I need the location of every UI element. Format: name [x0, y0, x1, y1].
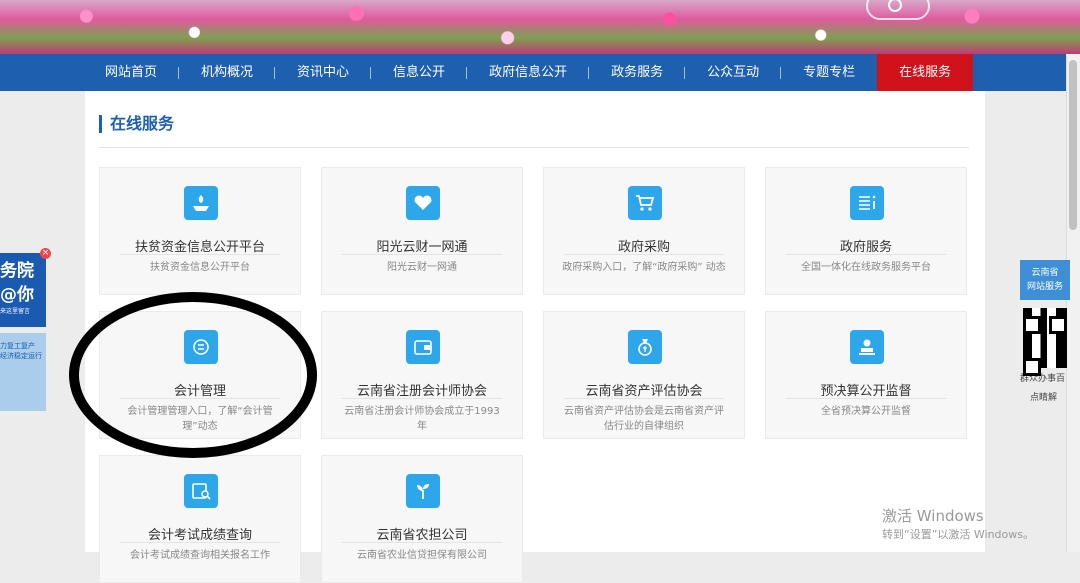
- service-card[interactable]: 政府采购 政府采购入口，了解“政府采购” 动态: [543, 167, 745, 295]
- card-divider: [120, 254, 280, 255]
- list-info-icon: [850, 186, 884, 220]
- scrollbar-thumb[interactable]: [1069, 60, 1077, 230]
- nav-special-topics[interactable]: 专题专栏: [781, 54, 877, 91]
- ad-banner-bottom: 力复工复产 经济稳定运行: [0, 333, 46, 411]
- section-divider: [99, 147, 969, 148]
- right-float-widget[interactable]: 云南省 网站服务 群众办事百 点睛解: [1020, 260, 1070, 406]
- hand-plant-icon: [184, 186, 218, 220]
- ad-text: @你: [0, 285, 34, 305]
- nav-news[interactable]: 资讯中心: [275, 54, 372, 91]
- sprout-icon: [406, 474, 440, 508]
- service-card[interactable]: 会计管理 会计管理管理入口，了解“会计管理”动态: [99, 311, 301, 439]
- card-divider: [120, 398, 280, 399]
- card-description: 全国一体化在线政务服务平台: [801, 262, 931, 273]
- section-title: 在线服务: [99, 115, 174, 133]
- wallet-icon: [406, 330, 440, 364]
- content-panel: 在线服务 扶贫资金信息公开平台 扶贫资金信息公开平台 阳光云财一网通 阳光云财一…: [85, 91, 985, 583]
- card-divider: [120, 542, 280, 543]
- nav-gov-info-public[interactable]: 政府信息公开: [467, 54, 590, 91]
- nav-public-interaction[interactable]: 公众互动: [685, 54, 782, 91]
- windows-watermark-sub: 转到“设置”以激活 Windows。: [882, 528, 1034, 541]
- card-description: 云南省注册会计师协会成立于1993年: [344, 406, 500, 432]
- service-card[interactable]: 云南省注册会计师协会 云南省注册会计师协会成立于1993年: [321, 311, 523, 439]
- card-title: 会计管理: [173, 384, 226, 399]
- service-card[interactable]: 云南省农担公司 云南省农业信贷担保有限公司: [321, 455, 523, 583]
- ad-text: 务院: [0, 261, 34, 281]
- widget-text: 云南省: [1031, 268, 1059, 278]
- heart-hands-icon: [406, 186, 440, 220]
- left-float-ad[interactable]: 务院 @你 来这里留言 力复工复产 经济稳定运行 ×: [0, 248, 51, 411]
- banner-search-button[interactable]: [866, 0, 930, 20]
- ad-banner-top: 务院 @你 来这里留言: [0, 253, 46, 327]
- card-title: 扶贫资金信息公开平台: [134, 240, 265, 255]
- card-divider: [342, 254, 502, 255]
- widget-text: 网站服务: [1026, 282, 1063, 292]
- card-divider: [342, 542, 502, 543]
- card-description: 扶贫资金信息公开平台: [150, 262, 250, 273]
- nav-gov-services[interactable]: 政务服务: [589, 54, 686, 91]
- header-banner: [0, 0, 1080, 54]
- nav-home[interactable]: 网站首页: [83, 54, 180, 91]
- card-description: 政府采购入口，了解“政府采购” 动态: [562, 262, 726, 273]
- card-title: 云南省注册会计师协会: [356, 384, 487, 399]
- ad-text: 力复工复产: [0, 342, 35, 350]
- service-card[interactable]: 会计考试成绩查询 会计考试成绩查询相关报名工作: [99, 455, 301, 583]
- main-nav: 网站首页 机构概况 资讯中心 信息公开 政府信息公开 政务服务 公众互动 专题专…: [0, 54, 1067, 91]
- ad-text: 经济稳定运行: [0, 352, 42, 360]
- card-title: 政府采购: [617, 240, 670, 255]
- card-divider: [564, 398, 724, 399]
- card-description: 会计考试成绩查询相关报名工作: [130, 550, 270, 561]
- ad-text: 来这里留言: [0, 308, 31, 315]
- nav-online-services[interactable]: 在线服务: [877, 54, 974, 91]
- card-title: 会计考试成绩查询: [147, 528, 252, 543]
- card-description: 阳光云财一网通: [387, 262, 457, 273]
- site-service-banner: 云南省 网站服务: [1020, 260, 1070, 300]
- service-card[interactable]: 扶贫资金信息公开平台 扶贫资金信息公开平台: [99, 167, 301, 295]
- service-card[interactable]: 阳光云财一网通 阳光云财一网通: [321, 167, 523, 295]
- card-divider: [342, 398, 502, 399]
- card-description: 会计管理管理入口，了解“会计管理”动态: [127, 406, 273, 432]
- card-description: 云南省资产评估协会是云南省资产评估行业的自律组织: [564, 406, 724, 432]
- card-description: 全省预决算公开监督: [821, 406, 911, 417]
- stamp-icon: [850, 330, 884, 364]
- accounting-icon: [184, 330, 218, 364]
- shopping-cart-icon: [628, 186, 662, 220]
- nav-info-public[interactable]: 信息公开: [371, 54, 468, 91]
- card-title: 政府服务: [839, 240, 892, 255]
- search-document-icon: [184, 474, 218, 508]
- card-description: 云南省农业信贷担保有限公司: [357, 550, 487, 561]
- card-title: 预决算公开监督: [820, 384, 912, 399]
- close-icon[interactable]: ×: [40, 248, 51, 259]
- card-title: 云南省资产评估协会: [585, 384, 703, 399]
- service-card[interactable]: 政府服务 全国一体化在线政务服务平台: [765, 167, 967, 295]
- card-divider: [786, 254, 946, 255]
- money-bag-icon: [628, 330, 662, 364]
- qr-code: [1020, 308, 1070, 376]
- card-divider: [564, 254, 724, 255]
- search-icon: [888, 0, 902, 12]
- windows-watermark: 激活 Windows: [882, 507, 984, 525]
- service-card[interactable]: 预决算公开监督 全省预决算公开监督: [765, 311, 967, 439]
- card-title: 阳光云财一网通: [376, 240, 468, 255]
- card-divider: [786, 398, 946, 399]
- card-title: 云南省农担公司: [376, 528, 468, 543]
- nav-organization[interactable]: 机构概况: [179, 54, 276, 91]
- service-card[interactable]: 云南省资产评估协会 云南省资产评估协会是云南省资产评估行业的自律组织: [543, 311, 745, 439]
- widget-caption: 点睛解: [1030, 393, 1058, 403]
